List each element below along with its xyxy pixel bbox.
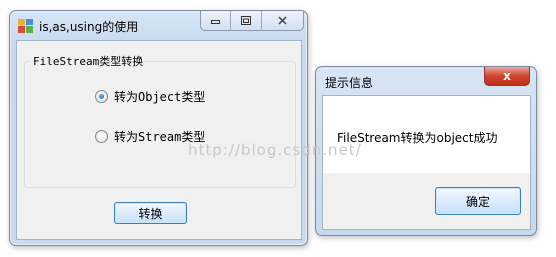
convert-button[interactable]: 转换 <box>114 202 187 224</box>
minimize-button[interactable] <box>201 11 232 30</box>
main-window: is,as,using的使用 FileStream类型转换 转为Object类型… <box>9 10 308 246</box>
minimize-icon <box>211 20 221 24</box>
message-box-client: FileStream转换为object成功 确定 <box>322 95 531 230</box>
filestream-groupbox: FileStream类型转换 转为Object类型 转为Stream类型 <box>24 53 296 188</box>
message-box-close-button[interactable]: x <box>484 67 530 86</box>
radio-button-checked[interactable] <box>95 90 108 103</box>
main-window-titlebar[interactable]: is,as,using的使用 <box>10 11 307 39</box>
radio-button-unchecked[interactable] <box>95 130 108 143</box>
message-box-title: 提示信息 <box>325 76 374 90</box>
maximize-icon <box>241 16 252 25</box>
close-button[interactable] <box>262 11 303 30</box>
radio-dot-icon <box>99 94 104 99</box>
app-icon <box>18 19 33 33</box>
maximize-button[interactable] <box>231 11 262 30</box>
caption-buttons <box>200 11 304 31</box>
close-icon: x <box>503 69 511 83</box>
watermark-text: http://blog.csdn.net/ <box>188 141 362 159</box>
close-icon <box>278 16 287 25</box>
groupbox-legend: FileStream类型转换 <box>31 53 146 69</box>
ok-button[interactable]: 确定 <box>435 187 521 215</box>
radio-label: 转为Object类型 <box>114 90 206 104</box>
main-window-title: is,as,using的使用 <box>39 20 139 34</box>
radio-to-object[interactable]: 转为Object类型 <box>95 88 205 105</box>
message-box-body: FileStream转换为object成功 <box>323 96 530 173</box>
main-window-client: FileStream类型转换 转为Object类型 转为Stream类型 转换 <box>16 40 302 240</box>
